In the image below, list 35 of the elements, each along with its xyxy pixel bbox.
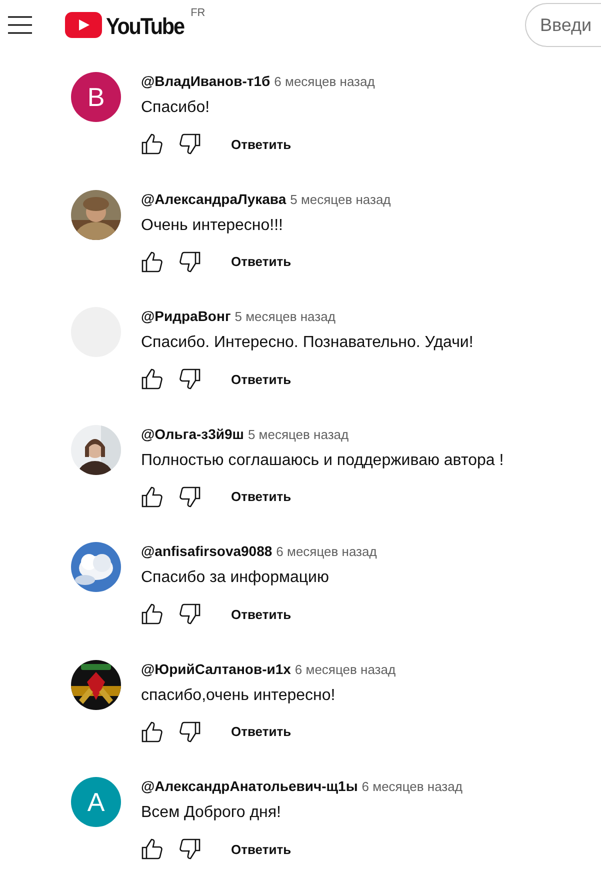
comment-time[interactable]: 6 месяцев назад <box>276 544 377 559</box>
country-code: FR <box>190 6 206 18</box>
comment-author[interactable]: @РидраВонг <box>141 308 231 324</box>
reply-button[interactable]: Ответить <box>223 836 300 862</box>
avatar[interactable]: В <box>71 72 121 122</box>
comment-author[interactable]: @АлександраЛукава <box>141 190 286 206</box>
comment-time[interactable]: 5 месяцев назад <box>248 426 349 442</box>
comment-text: Спасибо. Интересно. Познавательно. Удачи! <box>141 334 474 352</box>
comment-author[interactable]: @ВладИванов-т1б <box>141 73 270 89</box>
search-field[interactable]: Введи <box>525 3 601 47</box>
comment-text: Спасибо за информацию <box>141 569 330 587</box>
avatar[interactable]: А <box>71 777 121 827</box>
comment-author[interactable]: @АлександрАнатольевич-щ1ы <box>141 778 358 794</box>
logo-text[interactable]: YouTube <box>106 12 184 40</box>
comment-author[interactable]: @ЮрийСалтанов-и1х <box>141 660 291 676</box>
reply-button[interactable]: Ответить <box>223 600 300 628</box>
reply-button[interactable]: Ответить <box>223 366 300 392</box>
comment-time[interactable]: 5 месяцев назад <box>290 192 391 206</box>
comment-text: Очень интересно!!! <box>141 216 284 234</box>
reply-button[interactable]: Ответить <box>223 718 300 745</box>
reply-button[interactable]: Ответить <box>223 483 300 510</box>
comment-time[interactable]: 6 месяцев назад <box>294 662 396 676</box>
reply-button[interactable]: Ответить <box>223 248 300 275</box>
comment-text: Полностью соглашаюсь и поддерживаю автора ! <box>141 452 504 470</box>
comment-time[interactable]: 6 месяцев назад <box>362 779 462 794</box>
comment-text: Спасибо! <box>141 99 211 117</box>
play-logo-icon[interactable] <box>65 12 102 38</box>
comment-text: спасибо,очень интересно! <box>141 686 336 704</box>
reply-button[interactable]: Ответить <box>223 130 300 158</box>
comment-text: Всем Доброго дня! <box>141 804 282 822</box>
menu-icon[interactable] <box>8 16 32 34</box>
comment-author[interactable]: @Ольга-з3й9ш <box>141 426 244 442</box>
comment-author[interactable]: @anfisafirsova9088 <box>141 543 272 559</box>
comment-time[interactable]: 5 месяцев назад <box>234 309 336 324</box>
comment-time[interactable]: 6 месяцев назад <box>274 74 375 89</box>
